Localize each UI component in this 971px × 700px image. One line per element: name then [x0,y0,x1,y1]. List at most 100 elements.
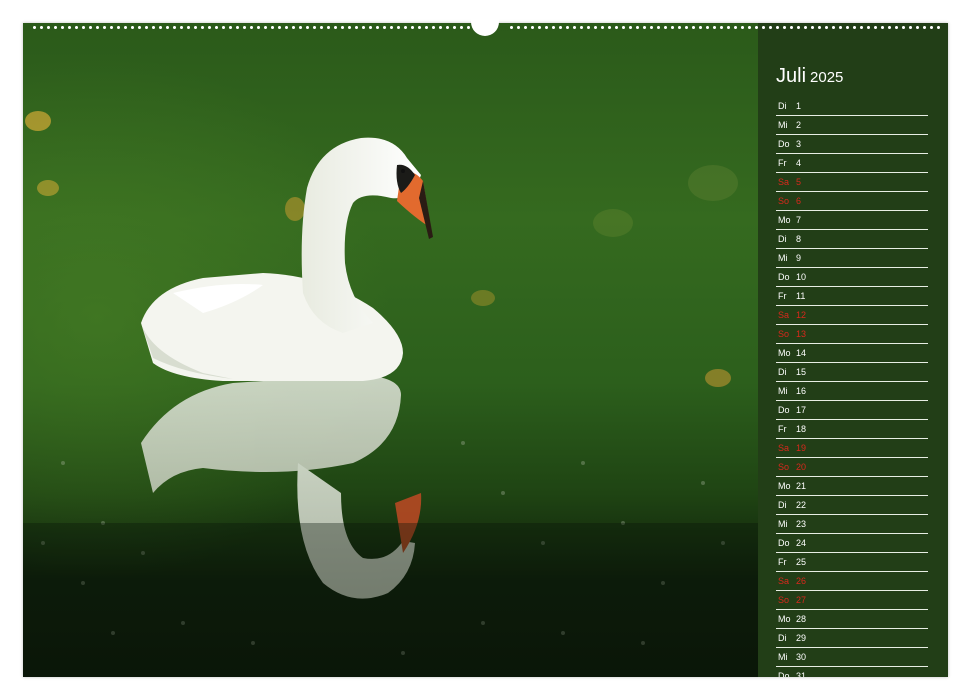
weekday-label: Mi [778,120,788,130]
weekday-label: Sa [778,310,790,320]
day-row: Do 17 [776,402,928,420]
day-number: 31 [796,671,807,677]
weekday-label: Mo [778,481,791,491]
day-number: 21 [796,481,807,491]
day-row: So 27 [776,592,928,610]
calendar-panel: Juli 2025 Di 1 Mi 2 Do 3 Fr 4 Sa 5 So 6 Mo 7 Di 8 Mi 9 Do 10… [758,23,948,677]
day-row: Fr 4 [776,155,928,173]
day-number: 14 [796,348,807,358]
day-number: 5 [796,177,802,187]
day-row: Mi 23 [776,516,928,534]
weekday-label: Do [778,671,790,677]
day-number: 2 [796,120,802,130]
day-number: 1 [796,101,802,111]
weekday-label: So [778,329,790,339]
day-number: 4 [796,158,802,168]
day-number: 23 [796,519,807,529]
day-row: Fr 18 [776,421,928,439]
weekday-label: Fr [778,557,787,567]
weekday-label: Di [778,500,787,510]
day-number: 12 [796,310,807,320]
day-number: 25 [796,557,807,567]
day-number: 10 [796,272,807,282]
weekday-label: Fr [778,424,787,434]
day-row: Mo 14 [776,345,928,363]
weekday-label: Di [778,101,787,111]
day-row: Mi 16 [776,383,928,401]
day-row: Sa 5 [776,174,928,192]
day-row: Di 29 [776,630,928,648]
weekday-label: So [778,462,790,472]
weekday-label: So [778,196,790,206]
binding-holes-left [31,26,471,29]
swan-photo [23,23,758,677]
day-row: So 20 [776,459,928,477]
day-row: Mo 7 [776,212,928,230]
day-row: Mo 21 [776,478,928,496]
weekday-label: Di [778,234,787,244]
day-number: 8 [796,234,802,244]
day-row: Di 1 [776,98,928,116]
day-row: Sa 26 [776,573,928,591]
day-number: 13 [796,329,807,339]
day-number: 24 [796,538,807,548]
weekday-label: Mi [778,386,788,396]
weekday-label: Fr [778,158,787,168]
day-row: Mi 2 [776,117,928,135]
day-number: 15 [796,367,807,377]
weekday-label: Mi [778,519,788,529]
day-row: Fr 25 [776,554,928,572]
day-row: Do 24 [776,535,928,553]
day-number: 19 [796,443,807,453]
month-name: Juli [776,65,807,87]
weekday-label: Mi [778,652,788,662]
day-number: 11 [796,291,806,301]
day-row: So 13 [776,326,928,344]
day-number: 18 [796,424,807,434]
year-label: 2025 [810,69,844,86]
weekday-label: Do [778,272,790,282]
weekday-label: Mo [778,614,791,624]
day-number: 22 [796,500,807,510]
day-row: Mo 28 [776,611,928,629]
day-number: 16 [796,386,807,396]
day-row: Do 3 [776,136,928,154]
day-row: Mi 30 [776,649,928,667]
day-number: 6 [796,196,802,206]
day-number: 26 [796,576,807,586]
day-number: 17 [796,405,807,415]
day-number: 3 [796,139,802,149]
day-row: Di 22 [776,497,928,515]
day-number: 7 [796,215,802,225]
day-list: Di 1 Mi 2 Do 3 Fr 4 Sa 5 So 6 Mo 7 Di 8 Mi 9 Do 10 Fr 11 Sa 12 S… [776,98,928,677]
month-title: Juli 2025 [776,65,843,88]
weekday-label: Do [778,139,790,149]
weekday-label: Sa [778,576,790,586]
day-number: 20 [796,462,807,472]
day-row: Di 8 [776,231,928,249]
day-row: Fr 11 [776,288,928,306]
weekday-label: Sa [778,443,790,453]
day-number: 28 [796,614,807,624]
weekday-label: Mo [778,215,791,225]
weekday-label: Sa [778,177,790,187]
weekday-label: Mo [778,348,791,358]
day-row: Sa 12 [776,307,928,325]
day-number: 30 [796,652,807,662]
day-row: Sa 19 [776,440,928,458]
day-row: Mi 9 [776,250,928,268]
day-number: 29 [796,633,807,643]
day-number: 9 [796,253,802,263]
weekday-label: Do [778,538,790,548]
weekday-label: Do [778,405,790,415]
weekday-label: Di [778,367,787,377]
day-row: So 6 [776,193,928,211]
weekday-label: So [778,595,790,605]
weekday-label: Fr [778,291,787,301]
day-row: Di 15 [776,364,928,382]
binding-holes-right [508,26,940,29]
weekday-label: Mi [778,253,788,263]
day-row: Do 31 [776,668,928,677]
calendar-page: Juli 2025 Di 1 Mi 2 Do 3 Fr 4 Sa 5 So 6 Mo 7 Di 8 Mi 9 Do 10… [23,23,948,677]
day-number: 27 [796,595,807,605]
